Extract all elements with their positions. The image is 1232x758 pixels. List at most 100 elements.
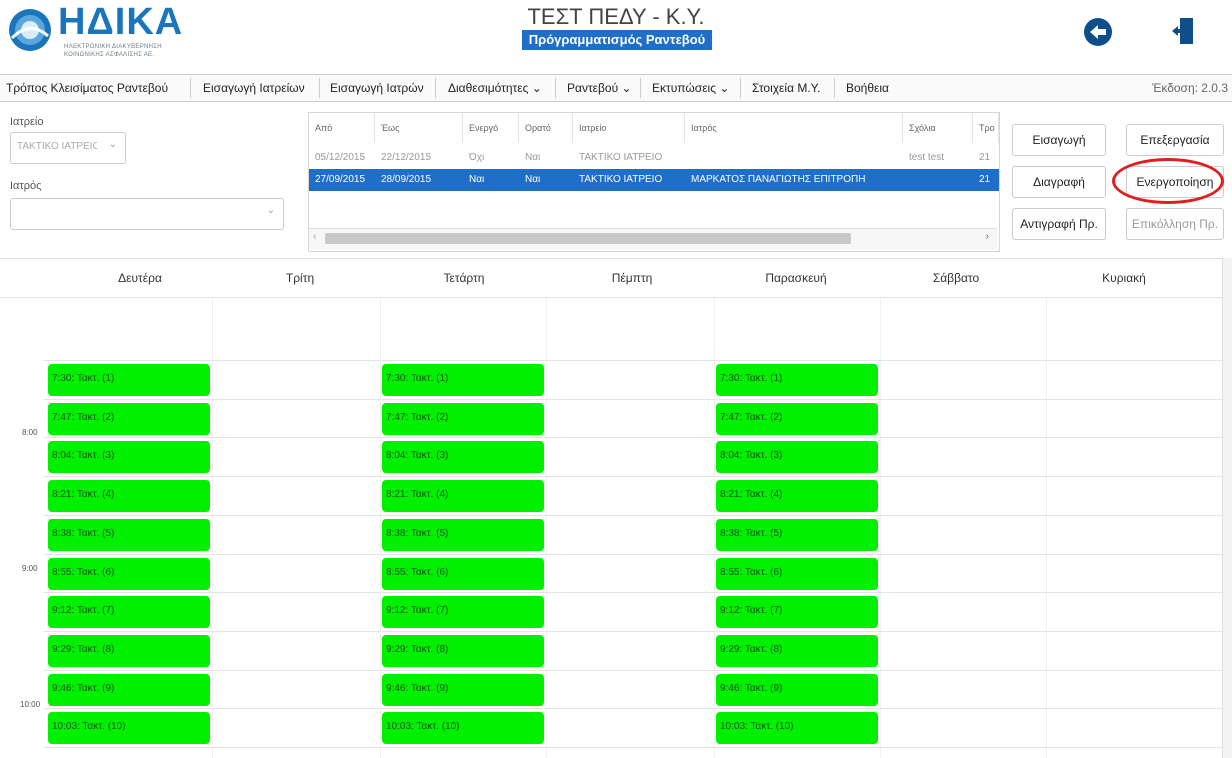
day-saturday: Σάββατο [932,271,980,285]
grid-header-type[interactable]: Τρο [973,113,999,143]
menu-closing-method[interactable]: Τρόπος Κλεισίματος Ραντεβού [6,75,168,101]
menu-appointments[interactable]: Ραντεβού ⌄ [567,75,632,101]
appointment-slot-wednesday[interactable]: 9:12: Τακτ. (7) [382,596,544,628]
appointment-slot-monday[interactable]: 8:04: Τακτ. (3) [48,441,210,473]
grid-header-comments[interactable]: Σχόλια [903,113,973,143]
appointment-slot-monday[interactable]: 7:30: Τακτ. (1) [48,364,210,396]
cell-active: Όχι [469,152,485,163]
copy-program-button[interactable]: Αντιγραφή Πρ. [1012,208,1106,240]
calendar-day-header: Δευτέρα Τρίτη Τετάρτη Πέμπτη Παρασκευή Σ… [0,258,1232,298]
hour-label: 8:00 [22,428,38,437]
schedule-grid: Από Έως Ενεργό Ορατό Ιατρείο Ιατρός Σχόλ… [308,112,1000,252]
menu-help[interactable]: Βοήθεια [846,75,889,101]
appointment-slot-wednesday[interactable]: 8:04: Τακτ. (3) [382,441,544,473]
appointment-slot-friday[interactable]: 9:29: Τακτ. (8) [716,635,878,667]
doctor-label: Ιατρός [10,180,42,192]
office-select-value: ΤΑΚΤΙΚΟ ΙΑΤΡΕΙΟ [17,141,97,152]
menu-availability[interactable]: Διαθεσιμότητες ⌄ [448,75,542,101]
appointment-slot-friday[interactable]: 8:38: Τακτ. (5) [716,519,878,551]
logout-door-icon[interactable] [1170,16,1196,46]
calendar-grid-line [44,670,1222,671]
cell-office: ΤΑΚΤΙΚΟ ΙΑΤΡΕΙΟ [579,152,663,163]
calendar-vertical-scrollbar[interactable] [1222,258,1232,758]
appointment-slot-wednesday[interactable]: 10:03: Τακτ. (10) [382,712,544,744]
main-menu-bar: Τρόπος Κλεισίματος Ραντεβού Εισαγωγή Ιατ… [0,74,1232,102]
calendar-grid-line [44,437,1222,438]
menu-insert-doctors[interactable]: Εισαγωγή Ιατρών [330,75,424,101]
cell-type: 21 [979,152,991,163]
cell-office: ΤΑΚΤΙΚΟ ΙΑΤΡΕΙΟ [579,174,663,185]
cell-from: 05/12/2015 [315,152,366,163]
chevron-down-icon: ⌄ [108,139,117,150]
appointment-slot-wednesday[interactable]: 8:21: Τακτ. (4) [382,480,544,512]
appointment-slot-monday[interactable]: 9:12: Τακτ. (7) [48,596,210,628]
appointment-slot-monday[interactable]: 8:55: Τακτ. (6) [48,558,210,590]
office-label: Ιατρείο [10,116,44,128]
grid-header-visible[interactable]: Ορατό [519,113,573,143]
menu-insert-offices[interactable]: Εισαγωγή Ιατρείων [203,75,305,101]
appointment-slot-monday[interactable]: 8:21: Τακτ. (4) [48,480,210,512]
day-tuesday: Τρίτη [285,271,315,285]
appointment-slot-friday[interactable]: 8:21: Τακτ. (4) [716,480,878,512]
appointment-slot-monday[interactable]: 10:03: Τακτ. (10) [48,712,210,744]
table-row[interactable]: 05/12/2015 22/12/2015 Όχι Ναι ΤΑΚΤΙΚΟ ΙΑ… [309,147,999,169]
appointment-slot-wednesday[interactable]: 8:38: Τακτ. (5) [382,519,544,551]
menu-mu-info[interactable]: Στοιχεία Μ.Υ. [752,75,820,101]
appointment-slot-wednesday[interactable]: 8:55: Τακτ. (6) [382,558,544,590]
appointment-slot-wednesday[interactable]: 9:46: Τακτ. (9) [382,674,544,706]
appointment-slot-monday[interactable]: 7:47: Τακτ. (2) [48,403,210,435]
day-sunday: Κυριακή [1102,271,1146,285]
appointment-slot-friday[interactable]: 9:46: Τακτ. (9) [716,674,878,706]
grid-header-active[interactable]: Ενεργό [463,113,519,143]
hour-label: 9:00 [22,564,38,573]
chevron-down-icon: ⌄ [266,205,275,216]
grid-horizontal-scrollbar[interactable]: ‹ › [309,228,997,249]
version-label: Έκδοση: 2.0.3 [1151,81,1228,95]
page-title: ΤΕΣΤ ΠΕΔΥ - Κ.Υ. [527,4,705,29]
menu-prints[interactable]: Εκτυπώσεις ⌄ [652,75,729,101]
appointment-slot-friday[interactable]: 7:47: Τακτ. (2) [716,403,878,435]
appointment-slot-monday[interactable]: 9:29: Τακτ. (8) [48,635,210,667]
day-monday: Δευτέρα [118,271,162,285]
appointment-slot-wednesday[interactable]: 7:30: Τακτ. (1) [382,364,544,396]
delete-button[interactable]: Διαγραφή [1012,166,1106,198]
appointment-slot-monday[interactable]: 9:46: Τακτ. (9) [48,674,210,706]
logo-subtitle-line2: ΚΟΙΝΩΝΙΚΗΣ ΑΣΦΑΛΙΣΗΣ ΑΕ. [64,52,155,58]
scroll-left-icon[interactable]: ‹ [313,231,316,242]
scroll-right-icon[interactable]: › [986,231,989,242]
edit-button[interactable]: Επεξεργασία [1126,124,1224,156]
appointment-slot-friday[interactable]: 7:30: Τακτ. (1) [716,364,878,396]
appointment-slot-monday[interactable]: 8:38: Τακτ. (5) [48,519,210,551]
paste-program-button[interactable]: Επικόλληση Πρ. [1126,208,1224,240]
day-friday: Παρασκευή [765,271,827,285]
grid-header-from[interactable]: Από [309,113,375,143]
appointment-slot-wednesday[interactable]: 7:47: Τακτ. (2) [382,403,544,435]
appointment-slot-friday[interactable]: 8:55: Τακτ. (6) [716,558,878,590]
calendar-grid-line [44,708,1222,709]
cell-type: 21 [979,174,991,185]
highlight-circle-annotation [1112,158,1224,204]
calendar-grid-line [44,592,1222,593]
grid-header-office[interactable]: Ιατρείο [573,113,685,143]
cell-from: 27/09/2015 [315,174,366,185]
grid-header-doctor[interactable]: Ιατρός [685,113,903,143]
cell-doctor: ΜΑΡΚΑΤΟΣ ΠΑΝΑΓΙΩΤΗΣ ΕΠΙΤΡΟΠΗ [691,174,866,185]
appointment-slot-friday[interactable]: 9:12: Τακτ. (7) [716,596,878,628]
cell-active: Ναι [469,174,485,185]
cell-visible: Ναι [525,174,541,185]
appointment-slot-wednesday[interactable]: 9:29: Τακτ. (8) [382,635,544,667]
scrollbar-thumb[interactable] [325,233,851,244]
day-wednesday: Τετάρτη [443,271,485,285]
calendar-grid-line [44,554,1222,555]
grid-header-to[interactable]: Έως [375,113,463,143]
cell-comments: test test [909,152,945,163]
doctor-select[interactable]: ⌄ [10,198,284,230]
table-row-selected[interactable]: 27/09/2015 28/09/2015 Ναι Ναι ΤΑΚΤΙΚΟ ΙΑ… [309,169,999,191]
cell-to: 28/09/2015 [381,174,432,185]
appointment-slot-friday[interactable]: 8:04: Τακτ. (3) [716,441,878,473]
cell-visible: Ναι [525,152,541,163]
insert-button[interactable]: Εισαγωγή [1012,124,1106,156]
office-select[interactable]: ΤΑΚΤΙΚΟ ΙΑΤΡΕΙΟ ⌄ [10,132,126,164]
back-arrow-icon[interactable] [1084,18,1112,46]
appointment-slot-friday[interactable]: 10:03: Τακτ. (10) [716,712,878,744]
